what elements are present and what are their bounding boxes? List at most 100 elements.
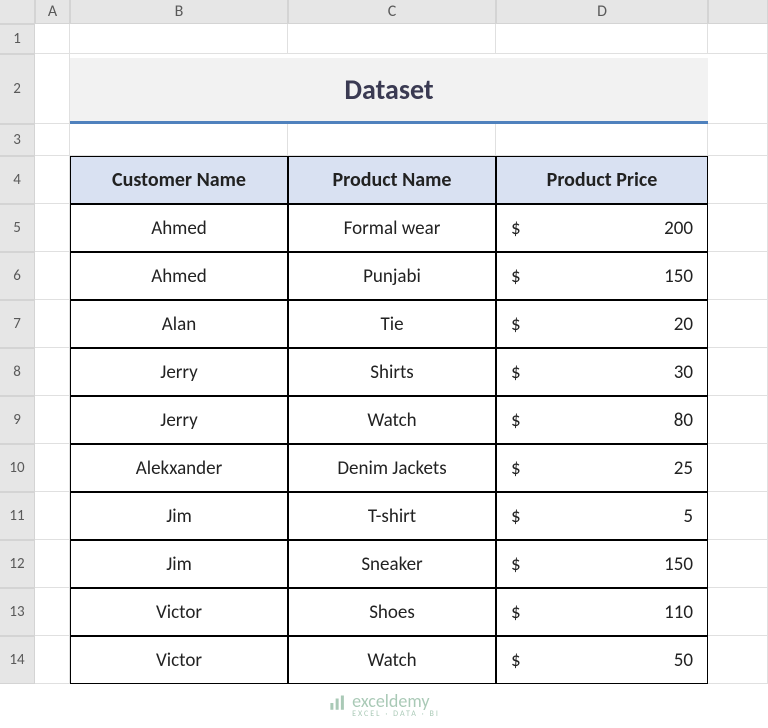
row-header-9[interactable]: 9	[0, 396, 35, 444]
cell-price-13[interactable]: $110	[496, 588, 708, 636]
chart-icon	[328, 694, 346, 717]
header-product[interactable]: Product Name	[288, 156, 496, 204]
cell-A5[interactable]	[35, 204, 70, 252]
cell-product-7[interactable]: Tie	[288, 300, 496, 348]
row-header-1[interactable]: 1	[0, 24, 35, 54]
cell-A1[interactable]	[35, 24, 70, 54]
cell-E7[interactable]	[708, 300, 768, 348]
cell-A9[interactable]	[35, 396, 70, 444]
cell-product-10[interactable]: Denim Jackets	[288, 444, 496, 492]
cell-C1[interactable]	[288, 24, 496, 54]
cell-A12[interactable]	[35, 540, 70, 588]
cell-price-11[interactable]: $5	[496, 492, 708, 540]
currency-symbol: $	[511, 217, 521, 240]
cell-product-9[interactable]: Watch	[288, 396, 496, 444]
cell-A7[interactable]	[35, 300, 70, 348]
cell-A14[interactable]	[35, 636, 70, 684]
row-header-3[interactable]: 3	[0, 124, 35, 156]
cell-B3[interactable]	[70, 124, 288, 156]
cell-customer-9[interactable]: Jerry	[70, 396, 288, 444]
cell-E11[interactable]	[708, 492, 768, 540]
row-header-11[interactable]: 11	[0, 492, 35, 540]
currency-symbol: $	[511, 409, 521, 432]
cell-B1[interactable]	[70, 24, 288, 54]
cell-E5[interactable]	[708, 204, 768, 252]
col-header-D[interactable]: D	[496, 0, 708, 24]
cell-E8[interactable]	[708, 348, 768, 396]
cell-customer-7[interactable]: Alan	[70, 300, 288, 348]
row-header-13[interactable]: 13	[0, 588, 35, 636]
row-header-12[interactable]: 12	[0, 540, 35, 588]
cell-customer-8[interactable]: Jerry	[70, 348, 288, 396]
cell-A4[interactable]	[35, 156, 70, 204]
cell-price-5[interactable]: $200	[496, 204, 708, 252]
row-header-10[interactable]: 10	[0, 444, 35, 492]
cell-E13[interactable]	[708, 588, 768, 636]
cell-customer-6[interactable]: Ahmed	[70, 252, 288, 300]
cell-customer-12[interactable]: Jim	[70, 540, 288, 588]
cell-A10[interactable]	[35, 444, 70, 492]
cell-price-12[interactable]: $150	[496, 540, 708, 588]
cell-product-11[interactable]: T-shirt	[288, 492, 496, 540]
cell-A8[interactable]	[35, 348, 70, 396]
row-header-7[interactable]: 7	[0, 300, 35, 348]
cell-E14[interactable]	[708, 636, 768, 684]
cell-product-6[interactable]: Punjabi	[288, 252, 496, 300]
cell-price-14[interactable]: $50	[496, 636, 708, 684]
price-amount: 80	[674, 409, 693, 432]
cell-customer-13[interactable]: Victor	[70, 588, 288, 636]
col-header-A[interactable]: A	[35, 0, 70, 24]
cell-A2[interactable]	[35, 54, 70, 124]
cell-product-13[interactable]: Shoes	[288, 588, 496, 636]
cell-price-9[interactable]: $80	[496, 396, 708, 444]
col-header-B[interactable]: B	[70, 0, 288, 24]
currency-symbol: $	[511, 313, 521, 336]
price-amount: 110	[664, 601, 693, 624]
cell-E6[interactable]	[708, 252, 768, 300]
cell-customer-5[interactable]: Ahmed	[70, 204, 288, 252]
cell-price-10[interactable]: $25	[496, 444, 708, 492]
cell-E12[interactable]	[708, 540, 768, 588]
cell-C3[interactable]	[288, 124, 496, 156]
cell-price-6[interactable]: $150	[496, 252, 708, 300]
select-all-corner[interactable]	[0, 0, 35, 24]
cell-customer-10[interactable]: Alekxander	[70, 444, 288, 492]
row-header-14[interactable]: 14	[0, 636, 35, 684]
header-customer[interactable]: Customer Name	[70, 156, 288, 204]
cell-E2[interactable]	[708, 54, 768, 124]
price-amount: 150	[664, 265, 693, 288]
watermark: exceldemy EXCEL · DATA · BI	[328, 692, 440, 718]
cell-product-14[interactable]: Watch	[288, 636, 496, 684]
cell-E3[interactable]	[708, 124, 768, 156]
cell-customer-11[interactable]: Jim	[70, 492, 288, 540]
price-amount: 20	[674, 313, 693, 336]
cell-D1[interactable]	[496, 24, 708, 54]
row-header-2[interactable]: 2	[0, 54, 35, 124]
col-header-C[interactable]: C	[288, 0, 496, 24]
price-amount: 30	[674, 361, 693, 384]
cell-price-8[interactable]: $30	[496, 348, 708, 396]
cell-product-5[interactable]: Formal wear	[288, 204, 496, 252]
currency-symbol: $	[511, 265, 521, 288]
cell-A3[interactable]	[35, 124, 70, 156]
row-header-5[interactable]: 5	[0, 204, 35, 252]
dataset-title[interactable]: Dataset	[70, 58, 708, 124]
col-header-empty[interactable]	[708, 0, 768, 24]
cell-D3[interactable]	[496, 124, 708, 156]
cell-A13[interactable]	[35, 588, 70, 636]
cell-A11[interactable]	[35, 492, 70, 540]
cell-customer-14[interactable]: Victor	[70, 636, 288, 684]
cell-E10[interactable]	[708, 444, 768, 492]
cell-E1[interactable]	[708, 24, 768, 54]
row-header-8[interactable]: 8	[0, 348, 35, 396]
cell-E9[interactable]	[708, 396, 768, 444]
cell-price-7[interactable]: $20	[496, 300, 708, 348]
cell-E4[interactable]	[708, 156, 768, 204]
cell-product-8[interactable]: Shirts	[288, 348, 496, 396]
cell-product-12[interactable]: Sneaker	[288, 540, 496, 588]
row-header-6[interactable]: 6	[0, 252, 35, 300]
header-price[interactable]: Product Price	[496, 156, 708, 204]
cell-A6[interactable]	[35, 252, 70, 300]
row-header-4[interactable]: 4	[0, 156, 35, 204]
price-amount: 5	[683, 505, 693, 528]
